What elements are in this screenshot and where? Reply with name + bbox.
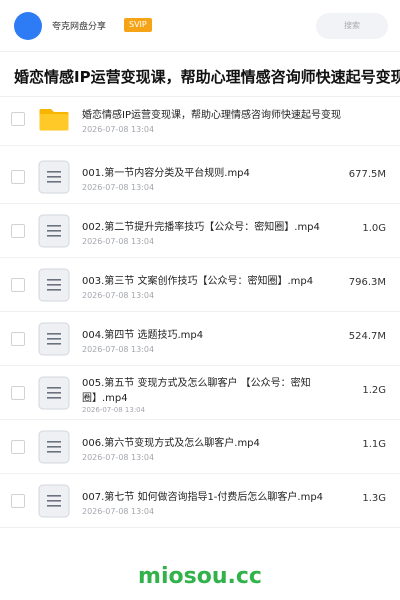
document-file-icon: [38, 214, 70, 248]
file-name: 005.第五节 变现方式及怎么聊客户 【公众号：密知圈】.mp4: [82, 378, 311, 404]
share-page: 夸克网盘分享 SVIP 搜索 婚恋情感IP运营变现课，帮助心理情感咨询师快速起号…: [0, 0, 400, 600]
file-name: 006.第六节变现方式及怎么聊客户.mp4: [82, 438, 260, 449]
document-file-icon: [38, 322, 70, 356]
document-file-icon: [38, 268, 70, 302]
folder-icon: [39, 109, 69, 131]
document-file-icon: [38, 484, 70, 518]
list-item-folder[interactable]: 婚恋情感IP运营变现课，帮助心理情感咨询师快速起号变现 2026-07-08 1…: [0, 92, 400, 146]
file-name: 001.第一节内容分类及平台规则.mp4: [82, 168, 250, 179]
list-item[interactable]: 002.第二节提升完播率技巧【公众号：密知圈】.mp4 2026-07-08 1…: [0, 204, 400, 258]
avatar[interactable]: [14, 12, 42, 40]
search-input[interactable]: 搜索: [316, 13, 388, 39]
list-item[interactable]: 001.第一节内容分类及平台规则.mp4 2026-07-08 13:04 67…: [0, 150, 400, 204]
header: 夸克网盘分享 SVIP 搜索: [0, 0, 400, 52]
list-item[interactable]: 005.第五节 变现方式及怎么聊客户 【公众号：密知圈】.mp4 2026-07…: [0, 366, 400, 420]
list-item[interactable]: 007.第七节 如何做咨询指导1-付费后怎么聊客户.mp4 2026-07-08…: [0, 474, 400, 528]
file-date: 2026-07-08 13:04: [82, 183, 155, 192]
list-item[interactable]: 006.第六节变现方式及怎么聊客户.mp4 2026-07-08 13:04 1…: [0, 420, 400, 474]
app-name: 夸克网盘分享: [52, 22, 107, 32]
watermark: miosou.cc: [138, 564, 262, 589]
file-date: 2026-07-08 13:04: [82, 237, 155, 246]
share-title: 婚恋情感IP运营变现课，帮助心理情感咨询师快速起号变现: [14, 68, 400, 86]
file-name: 007.第七节 如何做咨询指导1-付费后怎么聊客户.mp4: [82, 492, 324, 503]
file-size: 796.3M: [348, 277, 386, 288]
file-size: 1.0G: [362, 223, 386, 234]
row-checkbox[interactable]: [11, 224, 25, 238]
row-checkbox[interactable]: [11, 332, 25, 346]
file-size: 1.2G: [362, 385, 386, 396]
file-name: 003.第三节 文案创作技巧【公众号：密知圈】.mp4: [82, 276, 314, 287]
row-checkbox[interactable]: [11, 170, 25, 184]
file-size: 1.3G: [362, 493, 386, 504]
file-size: 524.7M: [348, 331, 386, 342]
file-date: 2026-07-08 13:04: [82, 453, 155, 462]
list-item[interactable]: 004.第四节 选题技巧.mp4 2026-07-08 13:04 524.7M: [0, 312, 400, 366]
row-checkbox[interactable]: [11, 112, 25, 126]
file-name: 婚恋情感IP运营变现课，帮助心理情感咨询师快速起号变现: [82, 110, 341, 121]
document-file-icon: [38, 430, 70, 464]
row-checkbox[interactable]: [11, 278, 25, 292]
document-file-icon: [38, 376, 70, 410]
list-item[interactable]: 003.第三节 文案创作技巧【公众号：密知圈】.mp4 2026-07-08 1…: [0, 258, 400, 312]
file-size: 1.1G: [362, 439, 386, 450]
file-size: 677.5M: [348, 169, 386, 180]
row-checkbox[interactable]: [11, 386, 25, 400]
file-date: 2026-07-08 13:04: [82, 345, 155, 354]
file-date: 2026-07-08 13:04: [82, 125, 155, 134]
file-name: 002.第二节提升完播率技巧【公众号：密知圈】.mp4: [82, 222, 320, 233]
file-date: 2026-07-08 13:04: [82, 507, 155, 516]
file-date: 2026-07-08 13:04: [82, 291, 155, 300]
file-date: 2026-07-08 13:04: [82, 406, 146, 414]
row-checkbox[interactable]: [11, 440, 25, 454]
row-checkbox[interactable]: [11, 494, 25, 508]
svip-badge[interactable]: SVIP: [124, 18, 152, 32]
document-file-icon: [38, 160, 70, 194]
file-name: 004.第四节 选题技巧.mp4: [82, 330, 204, 341]
